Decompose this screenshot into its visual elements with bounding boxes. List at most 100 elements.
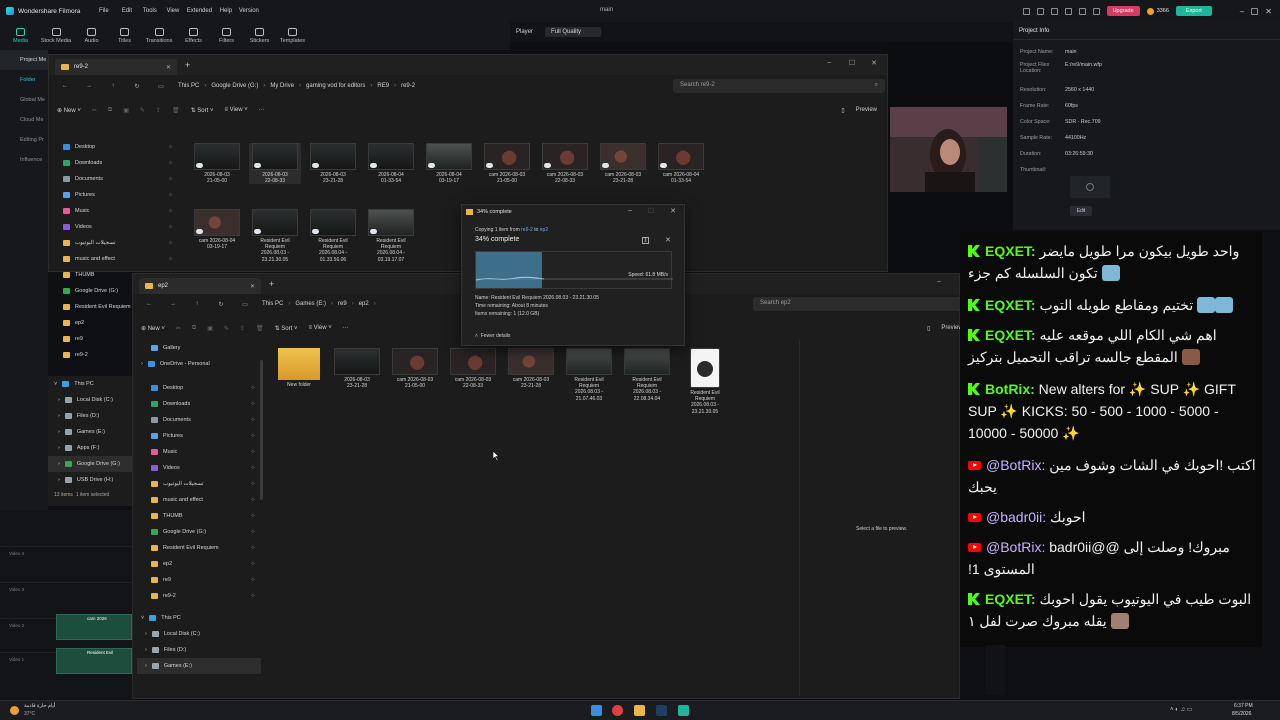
menu-view[interactable]: View [161,8,184,14]
nav-item[interactable]: Google Drive (G:) ⊹ [137,524,261,540]
back-icon[interactable]: ← [137,301,161,307]
nav-item[interactable]: تسجيلات اليوتيوب ⊹ [49,235,179,251]
file-item[interactable]: Resident Evil Requiem 2026.08.03 -23.21.30… [249,209,301,263]
file-item[interactable]: 2026-08-03 23-21-28 [307,143,359,184]
nav-drive[interactable]: › Files (D:) [137,642,261,658]
crumb[interactable]: gaming vod for editors [306,83,365,89]
up-icon[interactable]: ↑ [185,301,209,307]
sort-button[interactable]: ⇅ Sort ˅ [191,107,214,114]
tab-close-icon[interactable]: ✕ [166,64,171,71]
close-icon[interactable]: ✕ [670,207,676,215]
tab-ep2[interactable]: ep2 ✕ [139,278,261,294]
nav-drive[interactable]: › USB Drive (H:) [48,472,132,488]
file-item[interactable]: cam 2026-08-03 22-08-33 [539,143,591,184]
crumb[interactable]: This PC [178,83,199,89]
crumb[interactable]: RE9 [377,83,389,89]
nav-drive[interactable]: › Local Disk (C:) [48,392,132,408]
tab-project-info[interactable]: Project Info [1013,22,1280,40]
back-icon[interactable]: ← [53,83,77,89]
nav-item[interactable]: Downloads ⊹ [49,155,179,171]
nav-this-pc[interactable]: ˅ This PC [48,376,132,392]
file-item[interactable]: Resident Evil Requiem 2026.08.03 -22.08.34… [621,348,673,402]
nav-item[interactable]: music and effect ⊹ [137,492,261,508]
nav-item[interactable]: Desktop ⊹ [49,139,179,155]
refresh-icon[interactable]: ↻ [125,83,149,90]
maximize-icon[interactable] [1251,7,1259,15]
close-icon[interactable]: ✕ [1265,7,1272,16]
nav-drive[interactable]: › Games (E:) [137,658,261,674]
share-icon[interactable]: ⇪ [240,325,245,332]
crumb[interactable]: re9 [338,301,347,307]
cut-icon[interactable]: ✂ [92,107,97,114]
nav-item[interactable]: Music ⊹ [49,203,179,219]
left-item-influence[interactable]: Influence [0,150,48,170]
nav-onedrive[interactable]: › OneDrive - Personal [137,356,261,372]
new-button[interactable]: ⊕ New ˅ [57,107,81,114]
rename-icon[interactable]: ✎ [224,325,229,332]
rename-icon[interactable]: ✎ [140,107,145,114]
tool-effects[interactable]: Effects [178,22,209,50]
file-item[interactable]: cam 2026-08-03 23-21-28 [505,348,557,389]
nav-drive[interactable]: › Games (E:) [48,424,132,440]
minimize-icon[interactable]: – [628,207,632,214]
save-icon[interactable] [1078,7,1086,15]
menu-help[interactable]: Help [214,8,237,14]
refresh-icon[interactable]: ↻ [209,301,233,308]
export-button[interactable]: Export [1175,6,1212,16]
timeline-clip[interactable]: Resident Evil [56,648,132,674]
nav-drive[interactable]: › Google Drive (G:) [48,456,132,472]
view-button[interactable]: ≡ View ˅ [308,325,331,331]
nav-item[interactable]: ep2 ⊹ [137,556,261,572]
paste-icon[interactable]: ▣ [207,325,213,332]
crumb[interactable]: ep2 [359,301,369,307]
nav-item[interactable]: Pictures ⊹ [49,187,179,203]
quality-select[interactable]: Full Quality [545,27,602,37]
file-item[interactable]: 2026-08-03 23-21-28 [331,348,383,389]
file-explorer-icon[interactable] [634,705,645,716]
minimize-icon[interactable]: – [827,59,831,66]
crumb[interactable]: re9-2 [401,83,415,89]
menu-extended[interactable]: Extended [184,8,214,14]
cut-icon[interactable]: ✂ [176,325,181,332]
nav-this-pc[interactable]: ˅ This PC [137,610,261,626]
file-item[interactable]: cam 2026-08-03 22-08-33 [447,348,499,389]
tab-re9-2[interactable]: re9-2 ✕ [55,59,177,75]
tool-titles[interactable]: Titles [109,22,140,50]
sidebar-scrollbar[interactable] [260,360,263,500]
nav-item[interactable]: Pictures ⊹ [137,428,261,444]
copy-icon[interactable]: ⧉ [108,107,112,114]
breadcrumb[interactable]: This PC › Games (E:) › re9 › ep2 › [257,301,376,307]
steam-icon[interactable] [656,705,667,716]
upload-icon[interactable] [1036,7,1044,15]
new-tab-icon[interactable]: + [269,279,274,289]
search-input[interactable]: Search re9-2 ⌕ [673,79,885,93]
file-item[interactable]: New folder [273,348,325,388]
nav-item[interactable]: THUMB ⊹ [137,508,261,524]
nav-item[interactable]: music and effect ⊹ [49,251,179,267]
start-icon[interactable] [591,705,602,716]
file-item[interactable]: 2026-08-04 01-33-54 [365,143,417,184]
menu-file[interactable]: File [92,8,115,14]
paste-icon[interactable]: ▣ [123,107,129,114]
file-item[interactable]: cam 2026-08-03 21-05-00 [481,143,533,184]
menu-tools[interactable]: Tools [138,8,161,14]
nav-item[interactable]: Documents ⊹ [49,171,179,187]
minimize-icon[interactable]: – [1240,7,1244,16]
nav-item[interactable]: re9-2 ⊹ [137,588,261,604]
brave-icon[interactable] [612,705,623,716]
file-item[interactable]: 2026-08-03 22-08-33 [249,143,301,185]
crumb[interactable]: This PC [262,301,283,307]
breadcrumb[interactable]: This PC › Google Drive (G:) › My Drive › ga… [173,83,420,89]
gift-icon[interactable] [1022,7,1030,15]
tool-media[interactable]: Media [5,22,36,50]
more-icon[interactable]: ··· [343,325,349,331]
new-tab-icon[interactable]: + [185,60,190,70]
file-item[interactable]: 2026-08-04 03-19-17 [423,143,475,184]
menu-edit[interactable]: Edit [115,8,138,14]
left-item-folder[interactable]: Folder [0,70,48,90]
view-button[interactable]: ≡ View ˅ [224,107,247,113]
nav-item[interactable]: Desktop ⊹ [137,380,261,396]
left-item-cloud-media[interactable]: Cloud Me [0,110,48,130]
share-icon[interactable]: ⇪ [156,107,161,114]
file-item[interactable]: cam 2026-08-04 01-33-54 [655,143,707,184]
